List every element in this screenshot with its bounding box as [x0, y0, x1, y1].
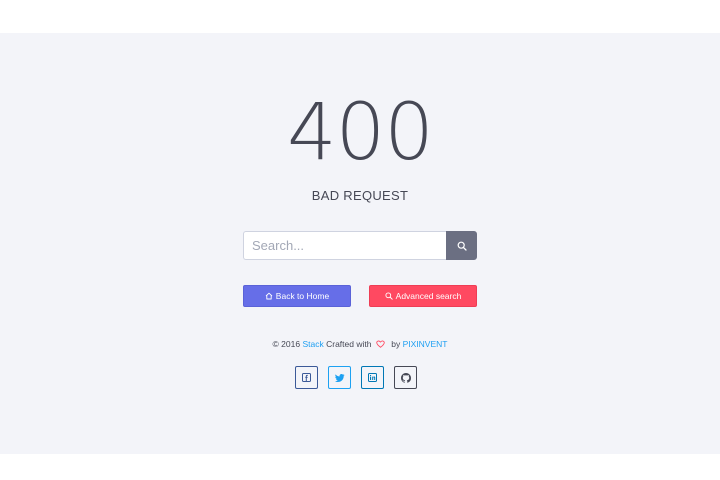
company-link[interactable]: PIXINVENT — [403, 339, 448, 349]
by-text: by — [391, 339, 401, 349]
copyright-text: © 2016 — [272, 339, 301, 349]
crafted-text: Crafted with — [326, 339, 372, 349]
search-icon — [385, 292, 393, 300]
search-form — [243, 231, 477, 260]
facebook-icon — [302, 373, 311, 382]
back-to-home-label: Back to Home — [275, 291, 330, 301]
facebook-button[interactable] — [295, 366, 318, 389]
github-button[interactable] — [394, 366, 417, 389]
search-input[interactable] — [243, 231, 446, 260]
brand-link[interactable]: Stack — [302, 339, 323, 349]
twitter-button[interactable] — [328, 366, 351, 389]
search-button[interactable] — [446, 231, 477, 260]
home-icon — [265, 292, 273, 300]
heart-icon — [376, 340, 385, 348]
error-code: 400 — [287, 88, 434, 178]
footer-credits: © 2016 Stack Crafted with by PIXINVENT — [0, 339, 720, 349]
advanced-search-button[interactable]: Advanced search — [369, 285, 477, 307]
advanced-search-label: Advanced search — [395, 291, 462, 301]
linkedin-icon — [368, 373, 377, 382]
twitter-icon — [334, 373, 345, 382]
search-icon — [457, 241, 467, 251]
linkedin-button[interactable] — [361, 366, 384, 389]
back-to-home-button[interactable]: Back to Home — [243, 285, 351, 307]
error-message: BAD REQUEST — [311, 188, 409, 203]
github-icon — [400, 372, 411, 383]
